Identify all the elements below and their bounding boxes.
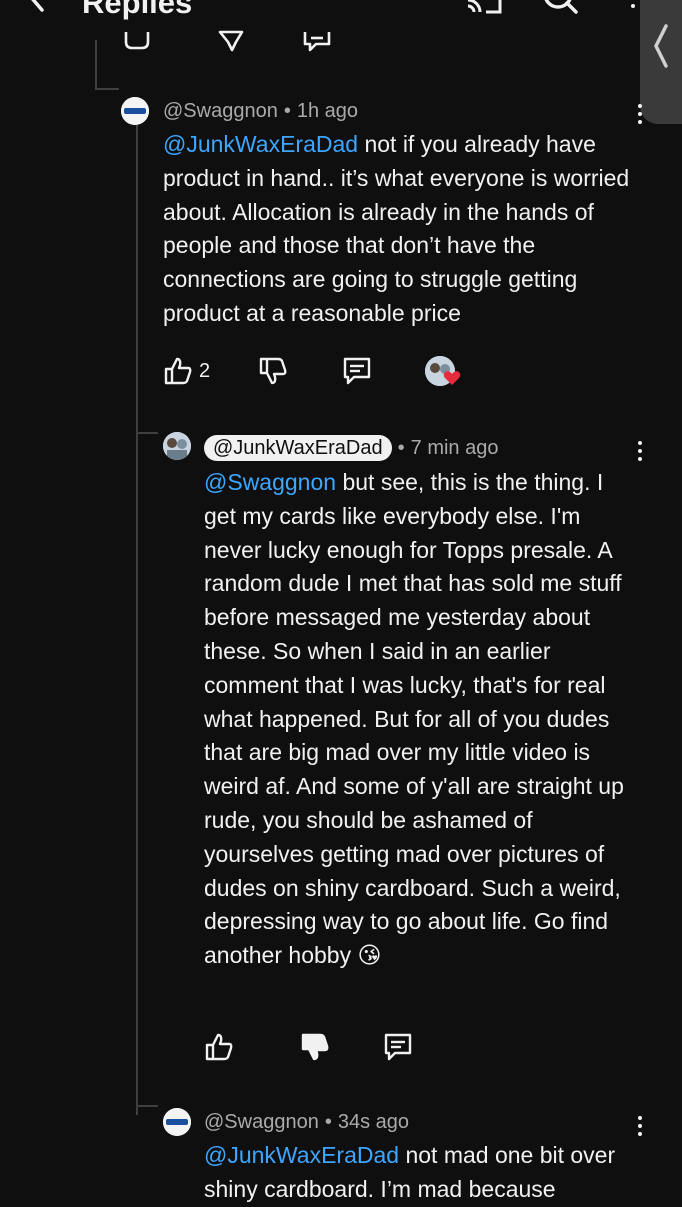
back-arrow-icon[interactable] (22, 0, 52, 12)
timestamp: 1h ago (296, 100, 359, 122)
comment-actions (204, 1032, 424, 1068)
thread-line (136, 125, 138, 1115)
comment-text: @Swaggnon but see, this is the thing. I … (204, 466, 640, 973)
user-avatar-icon (163, 432, 191, 460)
comment-body: not if you already have product in hand.… (163, 131, 630, 326)
thread-line (136, 1105, 158, 1107)
author-name[interactable]: @Swaggnon (163, 100, 278, 122)
more-vert-icon[interactable] (635, 441, 645, 465)
thumbs-up-icon[interactable] (204, 1032, 234, 1062)
timestamp: 7 min ago (410, 437, 499, 459)
reply-icon[interactable] (342, 356, 372, 386)
more-vert-icon[interactable] (635, 1116, 645, 1140)
more-vert-icon[interactable] (628, 0, 638, 12)
reply-icon[interactable] (302, 30, 332, 52)
comment-meta: @JunkWaxEraDad • 7 min ago (204, 435, 498, 461)
comment-actions: 2 (163, 356, 483, 392)
thread-line (95, 88, 119, 90)
thumbs-down-filled-icon[interactable] (300, 1032, 330, 1062)
more-vert-icon[interactable] (635, 104, 645, 128)
heart-icon (443, 371, 461, 385)
thumbs-up-icon[interactable] (163, 356, 193, 386)
side-panel-handle[interactable] (640, 0, 682, 124)
comment-text: @JunkWaxEraDad not if you already have p… (163, 128, 633, 331)
comment-meta: @Swaggnon • 34s ago (204, 1111, 410, 1133)
thumbs-down-icon[interactable] (216, 30, 246, 52)
chevron-left-icon (654, 24, 668, 68)
mention-link[interactable]: @Swaggnon (204, 469, 336, 495)
thumbs-up-icon[interactable] (122, 30, 152, 50)
comment-body: but see, this is the thing. I get my car… (204, 469, 624, 969)
channel-logo-icon (163, 1108, 191, 1136)
creator-handle-chip[interactable]: @JunkWaxEraDad (204, 435, 392, 461)
thread-line (95, 40, 97, 90)
thread-line (136, 432, 158, 434)
page-title: Replies (82, 0, 193, 20)
like-count: 2 (199, 360, 211, 382)
cast-icon[interactable] (464, 0, 504, 16)
reply-icon[interactable] (383, 1032, 413, 1062)
avatar[interactable] (163, 1108, 191, 1136)
mention-link[interactable]: @JunkWaxEraDad (204, 1142, 399, 1168)
top-bar: Replies (0, 0, 682, 40)
thumbs-down-icon[interactable] (258, 356, 288, 386)
search-icon[interactable] (540, 0, 580, 18)
comment-text: @JunkWaxEraDad not mad one bit over shin… (204, 1139, 640, 1207)
mention-link[interactable]: @JunkWaxEraDad (163, 131, 358, 157)
timestamp: 34s ago (337, 1111, 410, 1133)
comment-meta: @Swaggnon • 1h ago (163, 100, 359, 122)
avatar[interactable] (163, 432, 191, 460)
channel-logo-icon (121, 97, 149, 125)
avatar[interactable] (121, 97, 149, 125)
author-name[interactable]: @Swaggnon (204, 1111, 319, 1133)
